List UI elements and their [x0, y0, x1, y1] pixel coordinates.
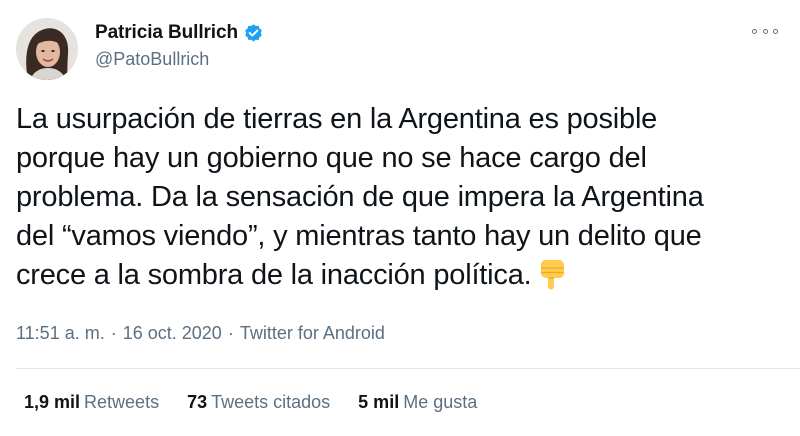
quote-tweets-label: Tweets citados — [211, 392, 331, 412]
more-dot — [773, 28, 778, 34]
tweet-meta: 11:51 a. m. · 16 oct. 2020 · Twitter for And… — [16, 323, 385, 344]
meta-separator: · — [110, 323, 117, 343]
tweet-date[interactable]: 16 oct. 2020 — [123, 323, 222, 344]
tweet-time[interactable]: 11:51 a. m. — [16, 323, 105, 344]
tweet-line: porque hay un gobierno que no se hace ca… — [16, 142, 647, 174]
more-options-icon[interactable] — [752, 22, 778, 40]
tweet-text: La usurpación de tierras en la Argentina… — [16, 100, 791, 295]
retweets-count: 1,9 mil — [24, 392, 81, 412]
verified-badge-icon — [243, 23, 264, 44]
avatar[interactable] — [16, 18, 78, 80]
quote-tweets-count: 73 — [187, 392, 208, 412]
more-dot — [762, 28, 768, 34]
quote-tweets-stat[interactable]: 73 Tweets citados — [187, 392, 330, 413]
tweet-line: problema. Da la sensación de que impera … — [16, 181, 704, 213]
tweet-card: Patricia Bullrich @PatoBullrich La usurp… — [0, 0, 800, 436]
meta-separator: · — [227, 323, 234, 343]
tweet-line: crece a la sombra de la inacción polític… — [16, 259, 532, 291]
more-dot — [752, 28, 757, 34]
author-display-name[interactable]: Patricia Bullrich — [95, 22, 238, 44]
retweets-label: Retweets — [84, 392, 160, 412]
likes-stat[interactable]: 5 mil Me gusta — [358, 392, 477, 413]
tweet-stats: 1,9 mil Retweets 73 Tweets citados 5 mil Me… — [24, 392, 505, 413]
likes-count: 5 mil — [358, 392, 400, 412]
retweets-stat[interactable]: 1,9 mil Retweets — [24, 392, 159, 413]
likes-label: Me gusta — [403, 392, 478, 412]
divider — [16, 368, 800, 369]
tweet-line-last: crece a la sombra de la inacción polític… — [16, 256, 791, 295]
tweet-source[interactable]: Twitter for Android — [240, 323, 385, 344]
author-block: Patricia Bullrich @PatoBullrich — [95, 21, 264, 70]
author-handle[interactable]: @PatoBullrich — [95, 49, 264, 70]
tweet-line: La usurpación de tierras en la Argentina… — [16, 103, 658, 135]
tweet-line: del “vamos viendo”, y mientras tanto hay… — [16, 220, 702, 252]
pointing-down-emoji-icon — [537, 258, 567, 290]
